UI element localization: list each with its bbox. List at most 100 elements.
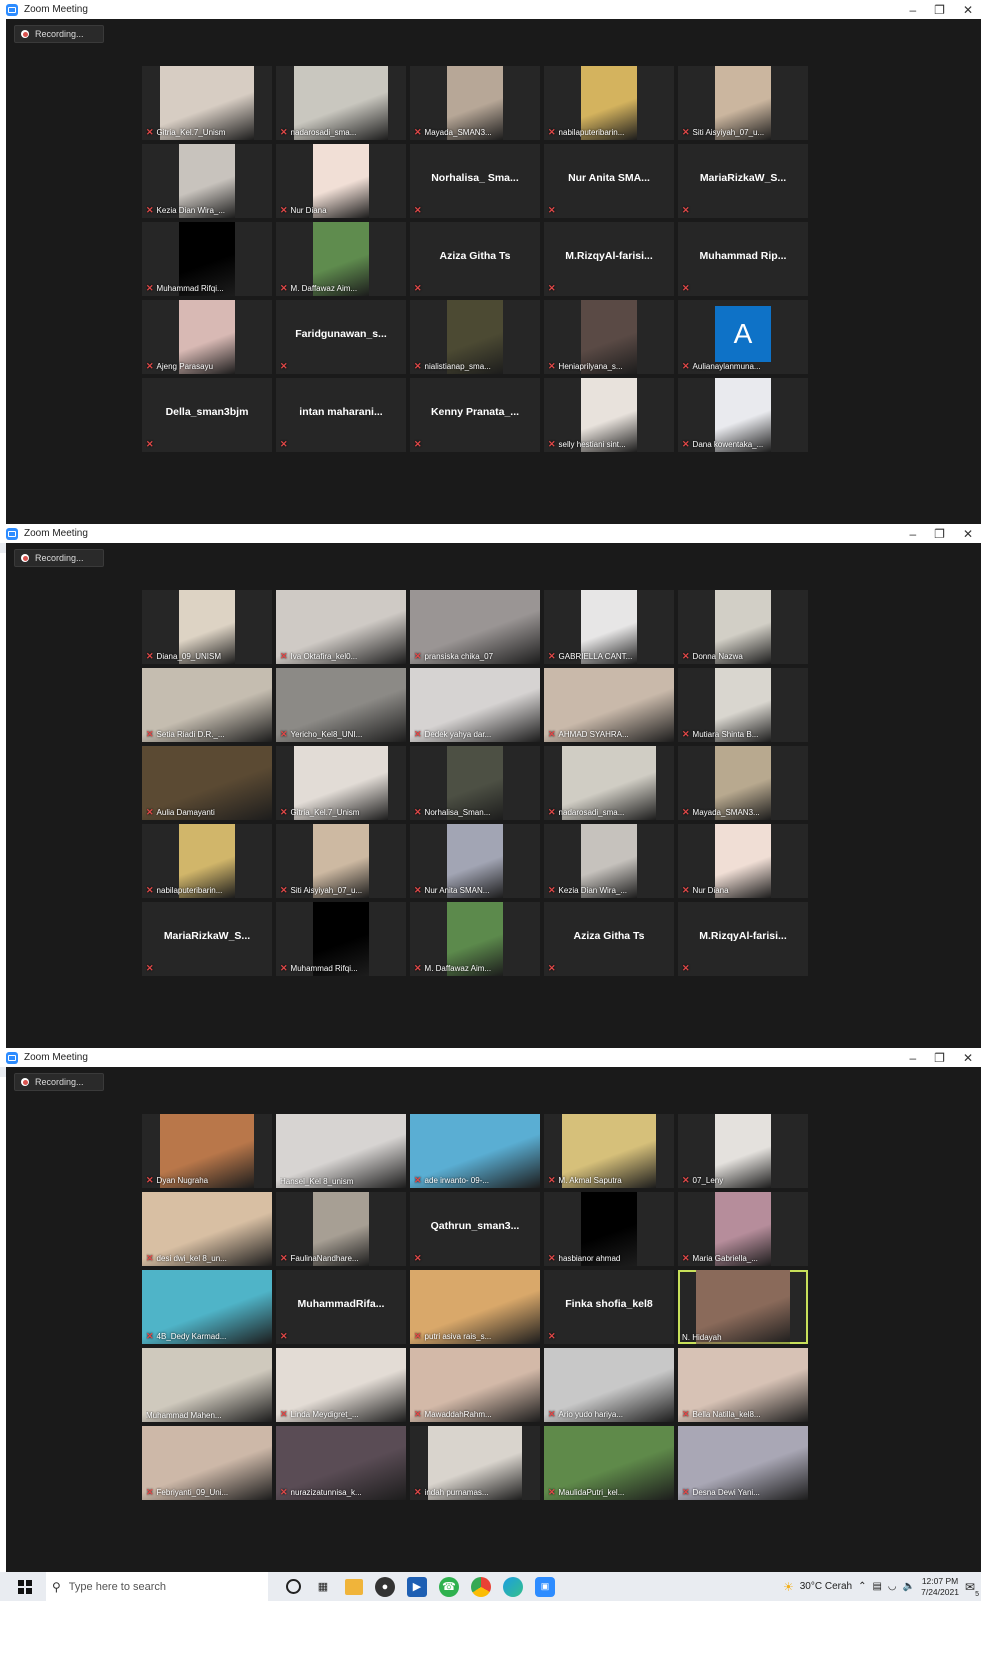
participant-tile[interactable]: ✕ M. Daffawaz Aim... xyxy=(276,222,406,296)
participant-tile[interactable]: ✕ nadarosadi_sma... xyxy=(544,746,674,820)
participant-tile[interactable]: ✕ Aulia Damayanti xyxy=(142,746,272,820)
participant-tile[interactable]: ✕ FaulinaNandhare... xyxy=(276,1192,406,1266)
participant-tile[interactable]: Aziza Githa Ts ✕ xyxy=(410,222,540,296)
participant-tile[interactable]: ✕ ade irwanto- 09-... xyxy=(410,1114,540,1188)
participant-tile[interactable]: ✕ nurazizatunnisa_k... xyxy=(276,1426,406,1500)
participant-tile[interactable]: ✕ Dedek yahya dar... xyxy=(410,668,540,742)
participant-tile[interactable]: ✕ Muhammad Rifqi... xyxy=(276,902,406,976)
participant-tile[interactable]: ✕ Siti Aisyiyah_07_u... xyxy=(678,66,808,140)
participant-tile[interactable]: ✕ Linda Meydigret_... xyxy=(276,1348,406,1422)
participant-tile[interactable]: ✕ Norhalisa_Sman... xyxy=(410,746,540,820)
participant-tile[interactable]: ✕ Mayada_SMAN3... xyxy=(678,746,808,820)
restore-icon[interactable]: ❐ xyxy=(934,1051,945,1065)
chrome-icon[interactable] xyxy=(471,1576,491,1597)
participant-tile[interactable]: M.RizqyAl-farisi... ✕ xyxy=(678,902,808,976)
wifi-icon[interactable]: ◡ xyxy=(888,1581,897,1592)
volume-icon[interactable]: 🔈 xyxy=(903,1581,915,1592)
participant-tile[interactable]: ✕ Yericho_Kel8_UNI... xyxy=(276,668,406,742)
participant-tile[interactable]: Qathrun_sman3... ✕ xyxy=(410,1192,540,1266)
participant-tile[interactable]: Muhammad Mahen... xyxy=(142,1348,272,1422)
participant-tile[interactable]: ✕ Maria Gabriella_... xyxy=(678,1192,808,1266)
participant-tile[interactable]: ✕ Siti Aisyiyah_07_u... xyxy=(276,824,406,898)
participant-tile[interactable]: Finka shofia_kel8 ✕ xyxy=(544,1270,674,1344)
cortana-icon[interactable] xyxy=(286,1579,301,1594)
participant-tile[interactable]: ✕ selly hestiani sint... xyxy=(544,378,674,452)
participant-tile[interactable]: ✕ Heniaprilyana_s... xyxy=(544,300,674,374)
participant-tile[interactable]: ✕ Bella Natilla_kel8... xyxy=(678,1348,808,1422)
participant-tile[interactable]: ✕ Febriyanti_09_Uni... xyxy=(142,1426,272,1500)
participant-tile[interactable]: ✕ 07_Leny xyxy=(678,1114,808,1188)
participant-tile[interactable]: ✕ GABRIELLA CANT... xyxy=(544,590,674,664)
edge-icon[interactable] xyxy=(503,1576,523,1597)
close-icon[interactable]: ✕ xyxy=(963,527,973,541)
restore-icon[interactable]: ❐ xyxy=(934,3,945,17)
weather-text[interactable]: 30°C Cerah xyxy=(800,1581,852,1592)
media-player-icon[interactable]: ● xyxy=(375,1576,395,1597)
file-explorer-icon[interactable] xyxy=(345,1578,363,1595)
participant-tile[interactable]: ✕ M. Akmal Saputra xyxy=(544,1114,674,1188)
participant-tile[interactable]: ✕ nabilaputeribarin... xyxy=(142,824,272,898)
recording-indicator[interactable]: Recording... xyxy=(14,549,104,567)
participant-tile[interactable]: MariaRizkaW_S... ✕ xyxy=(678,144,808,218)
participant-tile[interactable]: ✕ AHMAD SYAHRA... xyxy=(544,668,674,742)
zoom-app-icon[interactable]: ▣ xyxy=(535,1576,555,1597)
participant-tile[interactable]: ✕ Kezia Dian Wira_... xyxy=(544,824,674,898)
windows-start-icon[interactable] xyxy=(18,1579,32,1594)
participant-tile[interactable]: Della_sman3bjm ✕ xyxy=(142,378,272,452)
participant-tile[interactable]: ✕ nialistianap_sma... xyxy=(410,300,540,374)
participant-tile[interactable]: ✕ Iva Oktafira_kel0... xyxy=(276,590,406,664)
clock[interactable]: 12:07 PM 7/24/2021 xyxy=(921,1576,959,1598)
participant-tile[interactable]: ✕ desi dwi_kel 8_un... xyxy=(142,1192,272,1266)
minimize-icon[interactable]: – xyxy=(909,527,916,541)
participant-tile[interactable]: ✕ Nur Diana xyxy=(678,824,808,898)
minimize-icon[interactable]: – xyxy=(909,1051,916,1065)
taskbar-search[interactable]: ⚲ Type here to search xyxy=(46,1572,268,1601)
participant-tile[interactable]: ✕ Kezia Dian Wira_... xyxy=(142,144,272,218)
participant-tile[interactable]: ✕ Setia Riadi D.R._... xyxy=(142,668,272,742)
participant-tile[interactable]: ✕ Dyan Nugraha xyxy=(142,1114,272,1188)
participant-tile[interactable]: MuhammadRifa... ✕ xyxy=(276,1270,406,1344)
participant-tile[interactable]: ✕ indah purnamas... xyxy=(410,1426,540,1500)
participant-tile[interactable]: Muhammad Rip... ✕ xyxy=(678,222,808,296)
restore-icon[interactable]: ❐ xyxy=(934,527,945,541)
participant-tile[interactable]: Kenny Pranata_... ✕ xyxy=(410,378,540,452)
participant-tile[interactable]: M.RizqyAl-farisi... ✕ xyxy=(544,222,674,296)
participant-tile[interactable]: ✕ Dana kowentaka_... xyxy=(678,378,808,452)
participant-tile[interactable]: ✕ nabilaputeribarin... xyxy=(544,66,674,140)
participant-tile[interactable]: ✕ hasbianor ahmad xyxy=(544,1192,674,1266)
participant-tile[interactable]: N. Hidayah xyxy=(678,1270,808,1344)
participant-tile[interactable]: ✕ Muhammad Rifqi... xyxy=(142,222,272,296)
notification-center-icon[interactable]: ✉5 xyxy=(965,1580,979,1598)
participant-tile[interactable]: Nur Anita SMA... ✕ xyxy=(544,144,674,218)
participant-tile[interactable]: ✕ Nur Diana xyxy=(276,144,406,218)
participant-tile[interactable]: Aziza Githa Ts ✕ xyxy=(544,902,674,976)
participant-tile[interactable]: ✕ Gitria_Kel.7_Unism xyxy=(276,746,406,820)
participant-tile[interactable]: ✕ Gitria_Kel.7_Unism xyxy=(142,66,272,140)
task-view-icon[interactable]: ▦ xyxy=(313,1577,333,1597)
participant-tile[interactable]: ✕ Mayada_SMAN3... xyxy=(410,66,540,140)
participant-tile[interactable]: ✕ MawaddahRahm... xyxy=(410,1348,540,1422)
participant-tile[interactable]: ✕ Diana_09_UNISM xyxy=(142,590,272,664)
participant-tile[interactable]: MariaRizkaW_S... ✕ xyxy=(142,902,272,976)
show-hidden-icons-icon[interactable]: ⌃ xyxy=(858,1581,866,1592)
participant-tile[interactable]: A ✕ Aulianaylanmuna... xyxy=(678,300,808,374)
participant-tile[interactable]: ✕ M. Daffawaz Aim... xyxy=(410,902,540,976)
video-editor-icon[interactable]: ▶ xyxy=(407,1576,427,1597)
participant-tile[interactable]: ✕ pransiska chika_07 xyxy=(410,590,540,664)
recording-indicator[interactable]: Recording... xyxy=(14,1073,104,1091)
participant-tile[interactable]: ✕ 4B_Dedy Karmad... xyxy=(142,1270,272,1344)
participant-tile[interactable]: Hansel_Kel 8_unism xyxy=(276,1114,406,1188)
close-icon[interactable]: ✕ xyxy=(963,1051,973,1065)
participant-tile[interactable]: ✕ nadarosadi_sma... xyxy=(276,66,406,140)
participant-tile[interactable]: ✕ Desna Dewi Yani... xyxy=(678,1426,808,1500)
close-icon[interactable]: ✕ xyxy=(963,3,973,17)
participant-tile[interactable]: ✕ putri asiva rais_s... xyxy=(410,1270,540,1344)
recording-indicator[interactable]: Recording... xyxy=(14,25,104,43)
participant-tile[interactable]: ✕ Mutiara Shinta B... xyxy=(678,668,808,742)
participant-tile[interactable]: ✕ Ajeng Parasayu xyxy=(142,300,272,374)
whatsapp-icon[interactable]: ☎ xyxy=(439,1576,459,1597)
participant-tile[interactable]: ✕ MaulidaPutri_kel... xyxy=(544,1426,674,1500)
network-icon[interactable]: ▤ xyxy=(872,1581,881,1592)
participant-tile[interactable]: intan maharani... ✕ xyxy=(276,378,406,452)
participant-tile[interactable]: ✕ Nur Anita SMAN... xyxy=(410,824,540,898)
